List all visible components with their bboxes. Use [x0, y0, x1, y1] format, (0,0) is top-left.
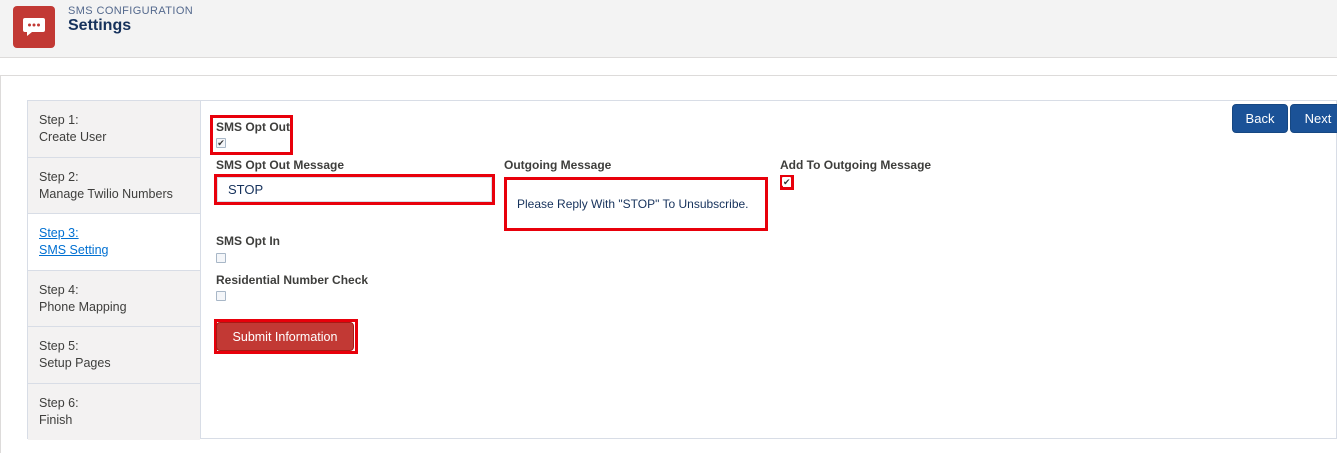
- add-to-outgoing-checkbox[interactable]: ✔: [782, 177, 791, 187]
- page-header: SMS CONFIGURATION Settings: [0, 0, 1337, 58]
- step-number: Step 4:: [39, 282, 79, 297]
- residential-check-checkbox[interactable]: [216, 291, 226, 301]
- step-item-phone-mapping[interactable]: Step 4: Phone Mapping: [28, 270, 200, 327]
- wizard-panel: Step 1: Create User Step 2: Manage Twili…: [27, 100, 1337, 440]
- outgoing-message-label: Outgoing Message: [504, 158, 612, 172]
- step-number: Step 1:: [39, 113, 79, 127]
- sms-opt-in-label: SMS Opt In: [216, 234, 280, 248]
- header-eyebrow: SMS CONFIGURATION: [68, 5, 194, 17]
- step-number: Step 2:: [39, 169, 79, 184]
- step-item-manage-twilio-numbers[interactable]: Step 2: Manage Twilio Numbers: [28, 157, 200, 214]
- sms-opt-out-label: SMS Opt Out: [216, 120, 290, 134]
- add-to-outgoing-label: Add To Outgoing Message: [780, 158, 932, 172]
- step-item-setup-pages[interactable]: Step 5: Setup Pages: [28, 327, 200, 384]
- step-label: Finish: [39, 412, 73, 427]
- page-title: Settings: [68, 17, 132, 34]
- step-label: Phone Mapping: [39, 299, 127, 314]
- back-button[interactable]: Back: [1232, 104, 1288, 133]
- step-number: Step 5:: [39, 339, 79, 353]
- step-number[interactable]: Step 3:: [39, 225, 189, 242]
- step-item-sms-setting[interactable]: Step 3: SMS Setting: [28, 214, 200, 271]
- step-number: Step 6:: [39, 395, 79, 410]
- next-button[interactable]: Next: [1290, 104, 1337, 133]
- residential-check-label: Residential Number Check: [216, 273, 369, 287]
- sms-opt-out-checkbox[interactable]: ✔: [216, 138, 226, 148]
- settings-form: Back Next SMS Opt Out ✔ SMS Opt Out Mess…: [202, 101, 1337, 438]
- submit-information-button[interactable]: Submit Information: [216, 322, 354, 351]
- step-item-create-user[interactable]: Step 1: Create User: [28, 101, 200, 158]
- step-item-finish[interactable]: Step 6: Finish: [28, 383, 200, 440]
- outgoing-message-textarea[interactable]: Please Reply With "STOP" To Unsubscribe.: [507, 180, 765, 228]
- sms-opt-out-message-label: SMS Opt Out Message: [216, 158, 345, 172]
- step-label: Create User: [39, 130, 107, 144]
- step-label[interactable]: SMS Setting: [39, 242, 189, 259]
- step-label: Setup Pages: [39, 356, 111, 370]
- chat-bubble-icon: [13, 6, 55, 48]
- sms-opt-out-message-input[interactable]: STOP: [217, 177, 492, 202]
- step-label: Manage Twilio Numbers: [39, 186, 173, 201]
- step-list: Step 1: Create User Step 2: Manage Twili…: [28, 101, 201, 440]
- sms-opt-in-checkbox[interactable]: [216, 253, 226, 263]
